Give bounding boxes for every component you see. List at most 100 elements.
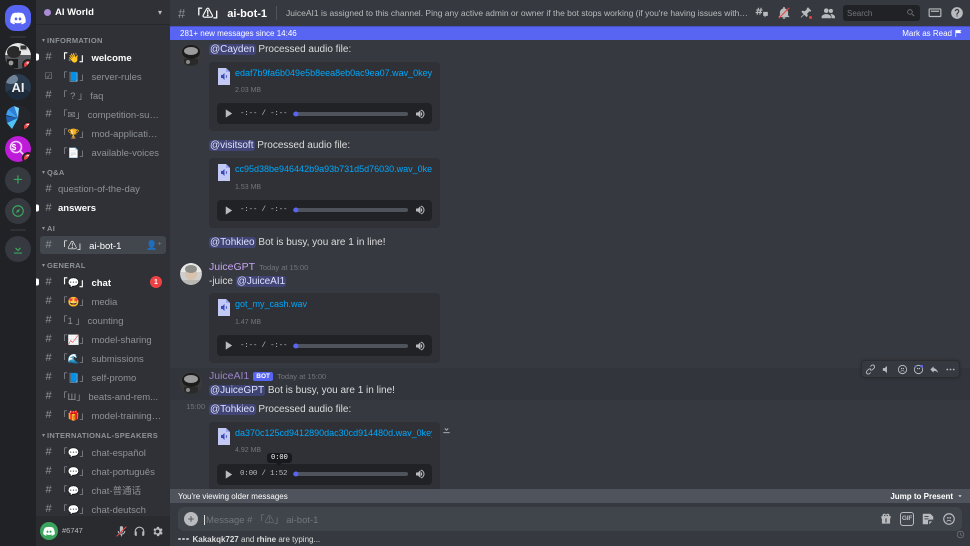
gif-icon[interactable]: GIF	[900, 512, 914, 526]
sidebar-channel-chat-deutsch[interactable]: # 「💬」 chat-deutsch	[40, 500, 166, 516]
progress-bar[interactable]	[293, 343, 408, 349]
sidebar-channel-chat-portugus[interactable]: # 「💬」 chat-português	[40, 462, 166, 480]
threads-icon[interactable]	[755, 6, 769, 20]
download-apps-button[interactable]	[5, 236, 31, 262]
gear-icon[interactable]	[151, 525, 164, 538]
mark-as-read-button[interactable]: Mark as Read	[902, 29, 964, 38]
guild-header-button[interactable]: AI World ▾	[36, 0, 170, 25]
play-button[interactable]	[223, 340, 234, 351]
user-mention[interactable]: @Tohkieo	[209, 404, 256, 416]
message-author[interactable]: JuiceGPT	[209, 261, 255, 274]
channel-category-international-speakers[interactable]: ▾ INTERNATIONAL-SPEAKERS	[36, 425, 170, 442]
channel-category-general[interactable]: ▾ GENERAL	[36, 255, 170, 272]
attachment-filename[interactable]: cc95d38be946442b9a93b731d5d76030.wav_0ke…	[235, 164, 432, 175]
volume-button[interactable]	[414, 204, 426, 216]
user-mention[interactable]: @visitsoft	[209, 140, 255, 152]
server-icon-2-ai[interactable]: AI	[5, 74, 31, 100]
server-icon-4[interactable]: $ 2	[5, 136, 31, 162]
help-icon[interactable]	[950, 6, 964, 20]
message-input[interactable]: Message # 「⚠」 ai-bot-1	[204, 512, 873, 526]
attachment-filename[interactable]: edaf7b9fa6b049e5b8eea8eb0ac9ea07.wav_0ke…	[235, 68, 432, 79]
add-reaction-users-icon[interactable]	[913, 364, 924, 375]
play-button[interactable]	[223, 469, 234, 480]
message-group[interactable]: @visitsoft Processed audio file: cc95d38b…	[170, 136, 970, 232]
audio-player[interactable]: -:-- / -:--	[217, 103, 432, 125]
sidebar-channel-mod-applications[interactable]: # 「🏆」 mod-applications	[40, 124, 166, 142]
mute-icon[interactable]	[881, 364, 892, 375]
member-list-icon[interactable]	[821, 6, 835, 20]
sidebar-channel-submissions[interactable]: # 「🌊」 submissions	[40, 349, 166, 367]
avatar[interactable]	[40, 522, 58, 540]
sidebar-channel-model-training-[interactable]: # 「🎁」 model-training-...	[40, 406, 166, 424]
message-composer[interactable]: Message # 「⚠」 ai-bot-1 GIF	[178, 507, 962, 531]
audio-player[interactable]: -:-- / -:--	[217, 335, 432, 357]
avatar[interactable]	[180, 44, 202, 66]
play-button[interactable]	[223, 205, 234, 216]
link-icon[interactable]	[865, 364, 876, 375]
progress-knob[interactable]	[293, 207, 299, 213]
add-reaction-icon[interactable]	[897, 364, 908, 375]
message-group[interactable]: JuiceAI1 BOT Today at 15:00 @JuiceGPT Bot i…	[170, 360, 970, 401]
channel-category-ai[interactable]: ▾ AI	[36, 218, 170, 235]
message-group[interactable]: @Tohkieo Bot is busy, you are 1 in line!	[170, 233, 970, 259]
progress-bar[interactable]	[293, 207, 408, 213]
volume-button[interactable]	[414, 468, 426, 480]
message-group[interactable]: JuiceGPT Today at 15:00 -juice @JuiceAI1 go…	[170, 259, 970, 368]
server-icon-1[interactable]: 1	[5, 43, 31, 69]
sidebar-channel-available-voices[interactable]: # 「📄」 available-voices	[40, 143, 166, 161]
mic-muted-icon[interactable]	[115, 525, 128, 538]
user-mention[interactable]: @JuiceAI1	[235, 275, 287, 287]
progress-bar[interactable]	[293, 111, 408, 117]
sidebar-channel-ai-bot-1[interactable]: # 「⚠」 ai-bot-1 👤⁺	[40, 236, 166, 254]
sidebar-channel-counting[interactable]: # 「1 」 counting	[40, 311, 166, 329]
channel-category-information[interactable]: ▾ INFORMATION	[36, 30, 170, 47]
pinned-messages-icon[interactable]	[799, 6, 813, 20]
user-mention[interactable]: @Tohkieo	[209, 236, 256, 248]
play-button[interactable]	[223, 108, 234, 119]
gift-icon[interactable]	[879, 512, 893, 526]
audio-player[interactable]: 0:00 / 1:52 0:00	[217, 452, 432, 485]
sidebar-channel-chat-espaol[interactable]: # 「💬」 chat-español	[40, 443, 166, 461]
explore-servers-button[interactable]	[5, 198, 31, 224]
sidebar-channel-chat-[interactable]: # 「💬」 chat-普通话	[40, 481, 166, 499]
user-mention[interactable]: @Cayden	[209, 44, 256, 55]
sidebar-channel-self-promo[interactable]: # 「📘」 self-promo	[40, 368, 166, 386]
jump-to-present-button[interactable]: Jump to Present	[890, 492, 964, 501]
channel-topic[interactable]: JuiceAI1 is assigned to this channel. Pi…	[286, 8, 749, 18]
message-group[interactable]: 15:00 @Tohkieo Processed audio file: da370…	[170, 400, 970, 496]
emoji-icon[interactable]	[942, 512, 956, 526]
message-list[interactable]: @Cayden Processed audio file: edaf7b9fa6b…	[170, 40, 970, 546]
attachment-filename[interactable]: da370c125cd9412890dac30cd914480d.wav_0ke…	[235, 428, 432, 439]
progress-knob[interactable]	[293, 471, 299, 477]
sidebar-channel-faq[interactable]: # 「 ? 」 faq	[40, 86, 166, 104]
user-meta[interactable]: #6747	[62, 527, 111, 535]
search-box[interactable]: Search	[843, 5, 920, 21]
message-author[interactable]: JuiceAI1	[209, 370, 249, 383]
channel-list[interactable]: ▾ INFORMATION # 「👋」 welcome ☑ 「📘」 server-rule…	[36, 25, 170, 516]
add-member-icon[interactable]: 👤⁺	[146, 240, 162, 251]
avatar[interactable]	[180, 262, 202, 285]
headphones-icon[interactable]	[133, 525, 146, 538]
add-attachment-icon[interactable]	[184, 512, 198, 526]
sidebar-channel-chat[interactable]: # 「💬」 chat 1	[40, 273, 166, 291]
attachment-filename[interactable]: got_my_cash.wav	[235, 299, 432, 310]
inbox-icon[interactable]	[928, 6, 942, 20]
discord-home-button[interactable]	[5, 5, 31, 31]
volume-button[interactable]	[414, 340, 426, 352]
sidebar-channel-answers[interactable]: # answers	[40, 199, 166, 217]
sidebar-channel-beats-and-rem[interactable]: # 「Ш」 beats-and-rem...	[40, 387, 166, 405]
volume-button[interactable]	[414, 108, 426, 120]
add-server-button[interactable]: +	[5, 167, 31, 193]
reply-icon[interactable]	[929, 364, 940, 375]
progress-knob[interactable]	[293, 343, 299, 349]
sidebar-channel-welcome[interactable]: # 「👋」 welcome	[40, 48, 166, 66]
sidebar-channel-server-rules[interactable]: ☑ 「📘」 server-rules	[40, 67, 166, 85]
notifications-muted-icon[interactable]	[777, 6, 791, 20]
avatar[interactable]	[180, 372, 202, 395]
user-mention[interactable]: @JuiceGPT	[209, 384, 266, 396]
sidebar-channel-model-sharing[interactable]: # 「📈」 model-sharing	[40, 330, 166, 348]
download-icon[interactable]	[440, 423, 453, 436]
sticker-icon[interactable]	[921, 512, 935, 526]
channel-category-q&a[interactable]: ▾ Q&A	[36, 162, 170, 179]
more-icon[interactable]	[945, 364, 956, 375]
